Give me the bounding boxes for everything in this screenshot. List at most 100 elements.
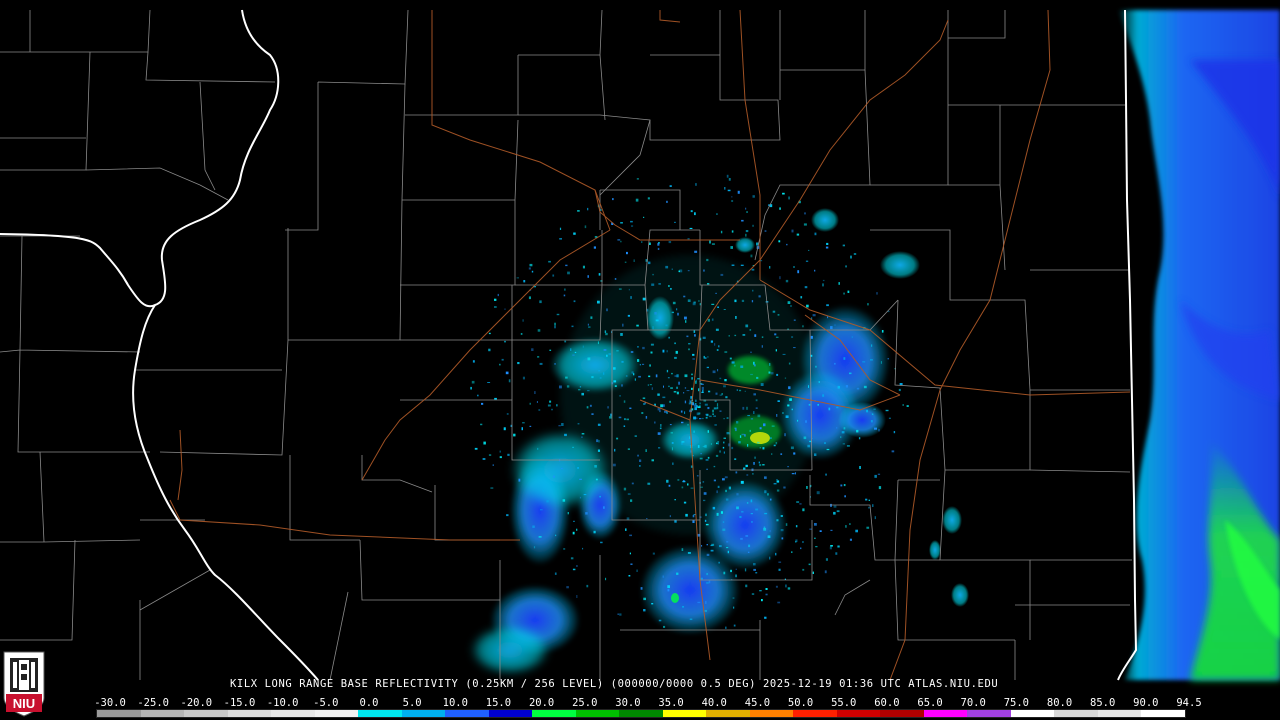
speckle bbox=[726, 174, 729, 178]
speckle bbox=[616, 437, 619, 440]
speckle bbox=[775, 336, 779, 338]
speckle bbox=[818, 381, 820, 383]
speckle bbox=[720, 511, 723, 514]
speckle bbox=[716, 403, 719, 407]
speckle bbox=[725, 498, 729, 501]
speckle bbox=[606, 308, 608, 312]
speckle bbox=[836, 427, 838, 429]
speckle bbox=[827, 316, 829, 319]
speckle bbox=[847, 290, 850, 293]
scale-color-segment bbox=[401, 710, 446, 717]
niu-logo-text: NIU bbox=[13, 696, 35, 711]
speckle bbox=[701, 545, 703, 547]
speckle bbox=[724, 476, 728, 479]
speckle bbox=[522, 422, 525, 424]
speckle bbox=[494, 306, 497, 308]
speckle bbox=[876, 292, 878, 295]
speckle bbox=[521, 427, 523, 431]
speckle bbox=[674, 356, 677, 359]
speckle bbox=[642, 363, 645, 365]
speckle bbox=[564, 433, 567, 437]
speckle bbox=[583, 494, 587, 496]
speckle bbox=[771, 425, 775, 427]
speckle bbox=[793, 319, 796, 321]
speckle bbox=[747, 444, 749, 447]
speckle bbox=[789, 398, 792, 401]
speckle bbox=[686, 390, 690, 392]
speckle bbox=[834, 324, 836, 326]
speckle bbox=[717, 441, 720, 443]
speckle bbox=[692, 302, 696, 306]
speckle bbox=[697, 378, 700, 380]
speckle bbox=[692, 515, 695, 518]
speckle bbox=[796, 233, 800, 236]
speckle bbox=[683, 392, 685, 394]
speckle bbox=[803, 223, 807, 226]
speckle bbox=[532, 525, 535, 528]
speckle bbox=[520, 333, 523, 335]
speckle bbox=[849, 372, 852, 375]
speckle bbox=[716, 213, 718, 215]
speckle bbox=[723, 437, 726, 439]
speckle bbox=[639, 459, 642, 462]
speckle bbox=[791, 473, 795, 475]
speckle bbox=[739, 435, 742, 438]
speckle bbox=[581, 433, 585, 435]
speckle bbox=[584, 225, 587, 229]
speckle bbox=[744, 434, 746, 437]
product-caption: KILX LONG RANGE BASE REFLECTIVITY (0.25K… bbox=[230, 678, 999, 690]
speckle bbox=[735, 568, 737, 570]
speckle bbox=[563, 294, 566, 297]
speckle bbox=[618, 416, 622, 419]
speckle bbox=[699, 402, 701, 405]
speckle bbox=[745, 535, 749, 537]
speckle bbox=[712, 506, 716, 510]
speckle bbox=[659, 410, 661, 413]
speckle bbox=[506, 514, 509, 517]
speckle bbox=[814, 232, 817, 236]
speckle bbox=[665, 265, 669, 269]
speckle bbox=[683, 480, 685, 483]
speckle bbox=[849, 523, 851, 525]
speckle bbox=[551, 408, 553, 411]
speckle bbox=[815, 546, 818, 548]
speckle bbox=[780, 515, 783, 517]
speckle bbox=[780, 453, 783, 455]
scale-color-segment bbox=[1010, 710, 1055, 717]
speckle bbox=[669, 515, 671, 518]
speckle bbox=[576, 528, 578, 531]
speckle bbox=[744, 390, 746, 392]
speckle bbox=[795, 540, 797, 543]
speckle bbox=[753, 563, 756, 566]
speckle bbox=[753, 411, 755, 414]
speckle bbox=[636, 178, 639, 180]
speckle bbox=[713, 407, 717, 410]
speckle bbox=[666, 411, 668, 414]
speckle bbox=[702, 481, 705, 483]
speckle bbox=[833, 505, 837, 508]
speckle bbox=[513, 433, 516, 437]
speckle bbox=[593, 530, 596, 534]
speckle bbox=[549, 349, 552, 351]
scale-color-segment bbox=[836, 710, 881, 717]
speckle bbox=[678, 270, 680, 273]
speckle bbox=[862, 361, 866, 363]
speckle bbox=[681, 486, 684, 489]
speckle bbox=[753, 393, 756, 396]
speckle bbox=[665, 324, 668, 327]
speckle bbox=[534, 391, 536, 394]
speckle bbox=[669, 185, 672, 187]
speckle bbox=[717, 485, 720, 488]
speckle bbox=[616, 350, 619, 352]
speckle bbox=[531, 270, 534, 273]
speckle bbox=[731, 361, 735, 364]
speckle bbox=[499, 450, 501, 453]
speckle bbox=[726, 541, 729, 543]
speckle bbox=[880, 361, 882, 364]
speckle bbox=[640, 587, 643, 590]
speckle bbox=[618, 288, 622, 290]
speckle bbox=[887, 358, 889, 360]
speckle bbox=[529, 402, 531, 405]
speckle bbox=[655, 374, 658, 378]
speckle bbox=[814, 523, 817, 526]
